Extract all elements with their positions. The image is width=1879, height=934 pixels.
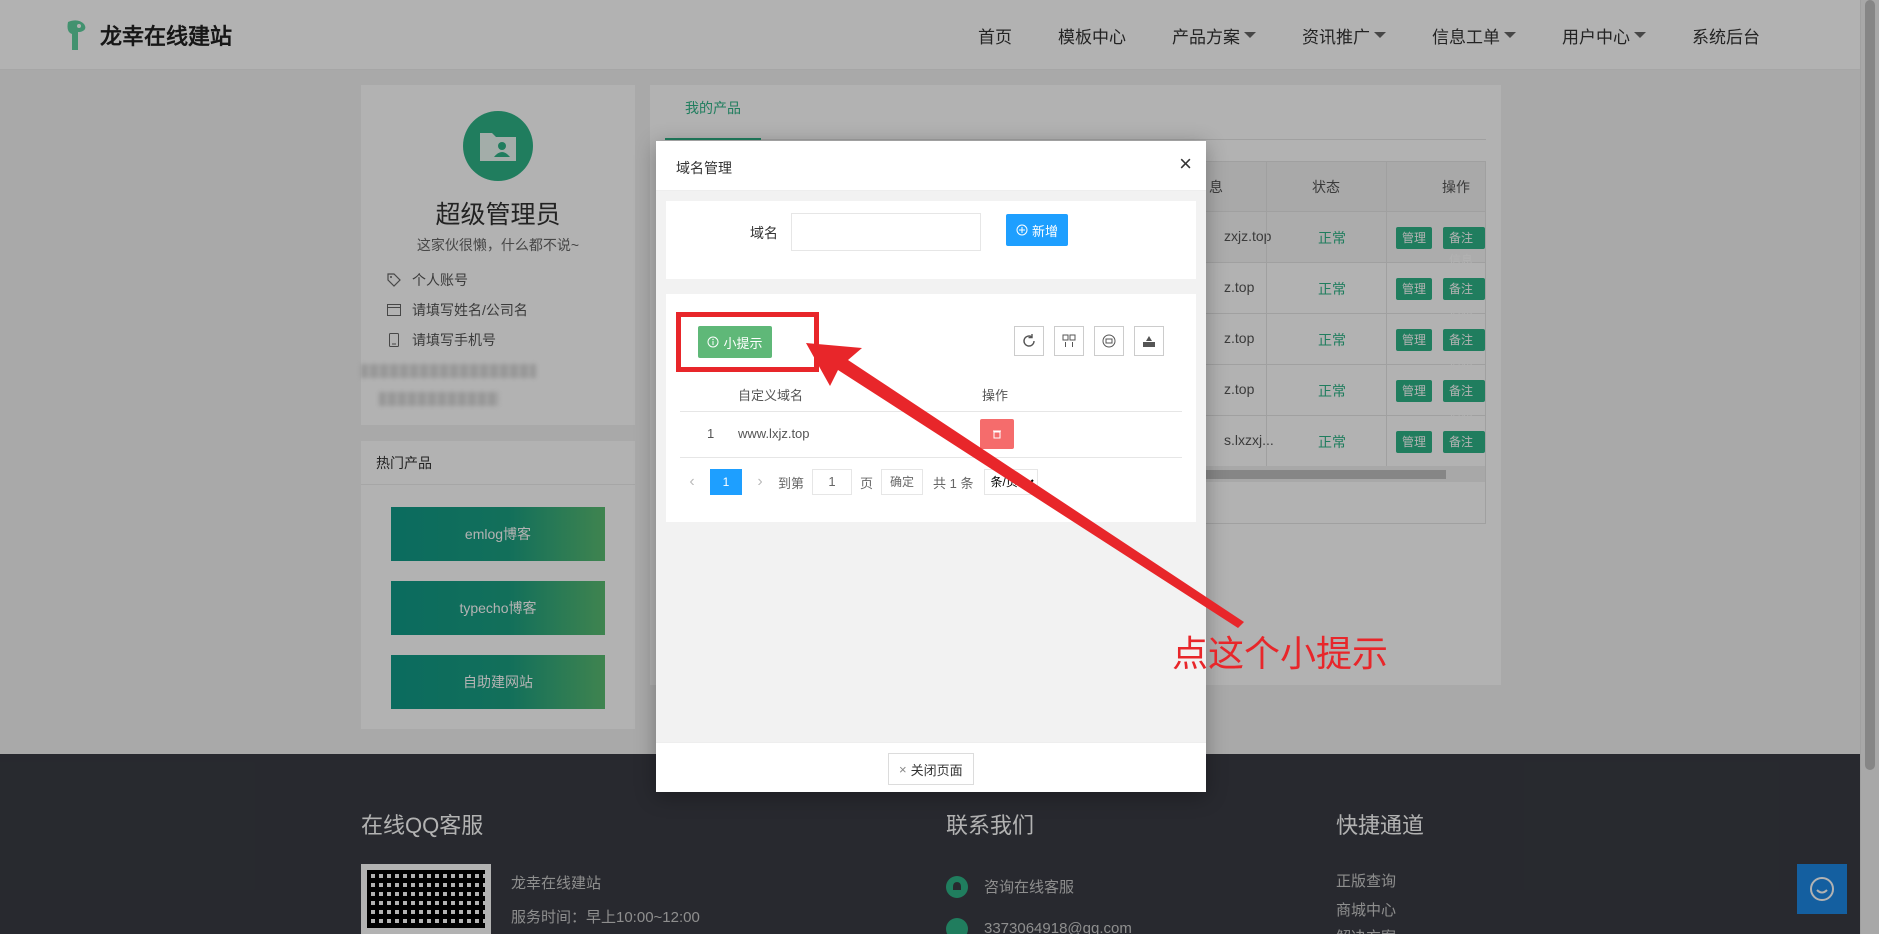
dialog-title: 域名管理 — [676, 160, 732, 176]
domain-management-dialog: 域名管理 × 域名 新增 小提示 自定义域名 操作 1 www.lxjz.top… — [656, 141, 1206, 792]
chevron-right-icon[interactable]: › — [748, 473, 772, 491]
domain-form: 域名 新增 — [666, 201, 1196, 279]
chevron-left-icon[interactable]: ‹ — [680, 473, 704, 491]
col-operations: 操作 — [982, 388, 1009, 403]
delete-domain-button[interactable] — [980, 419, 1014, 449]
col-custom-domain: 自定义域名 — [738, 388, 804, 403]
domain-input[interactable] — [791, 213, 981, 251]
close-icon: × — [899, 761, 907, 777]
print-icon[interactable] — [1094, 326, 1124, 356]
page-confirm-button[interactable]: 确定 — [881, 469, 924, 495]
plus-circle-icon — [1016, 224, 1028, 236]
refresh-icon[interactable] — [1014, 326, 1044, 356]
domain-table-header: 自定义域名 操作 — [680, 374, 1182, 412]
per-page-select[interactable]: 条/页 — [983, 469, 1038, 495]
add-domain-button[interactable]: 新增 — [1006, 214, 1068, 246]
total-count: 共 1 条 — [933, 475, 974, 491]
close-page-button[interactable]: × 关闭页面 — [888, 753, 974, 785]
tip-highlight-box — [676, 312, 819, 372]
columns-filter-icon[interactable] — [1054, 326, 1084, 356]
domain-label: 域名 — [750, 225, 778, 241]
export-icon[interactable] — [1134, 326, 1164, 356]
table-row: 1 www.lxjz.top — [680, 412, 1182, 458]
dialog-footer: × 关闭页面 — [656, 742, 1206, 792]
pagination: ‹ 1 › 到第 1 页 确定 共 1 条 条/页 — [680, 468, 1038, 496]
annotation-text: 点这个小提示 — [1172, 633, 1389, 674]
page-jump-input[interactable]: 1 — [812, 469, 853, 495]
page-current[interactable]: 1 — [710, 469, 742, 495]
trash-icon — [993, 430, 1001, 439]
dialog-header: 域名管理 × — [656, 141, 1206, 191]
close-icon[interactable]: × — [1179, 153, 1192, 175]
